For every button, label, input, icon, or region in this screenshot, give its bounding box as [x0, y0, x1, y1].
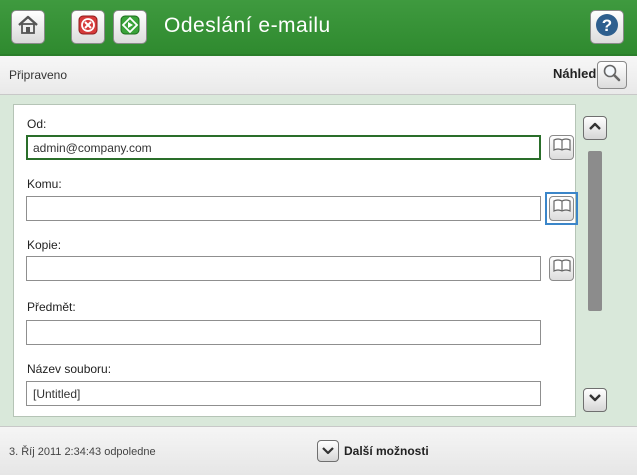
scroll-thumb[interactable] — [588, 151, 602, 311]
from-field[interactable]: admin@company.com — [26, 135, 541, 160]
cc-address-book-button[interactable] — [549, 256, 574, 281]
start-button[interactable] — [113, 10, 147, 44]
email-form: Od: admin@company.com Komu: Kopie: Předm… — [13, 104, 578, 417]
help-icon: ? — [594, 12, 620, 43]
title-bar: Odeslání e-mailu ? — [0, 0, 637, 56]
more-options-button[interactable] — [317, 440, 339, 462]
chevron-down-icon — [321, 442, 335, 460]
subject-label: Předmět: — [27, 300, 76, 314]
address-book-icon — [552, 259, 571, 278]
cc-label: Kopie: — [27, 238, 62, 252]
page-title: Odeslání e-mailu — [164, 14, 331, 37]
to-field[interactable] — [26, 196, 541, 221]
stop-icon — [77, 14, 99, 41]
chevron-up-icon — [587, 119, 603, 137]
scroll-up-button[interactable] — [583, 116, 607, 140]
from-label: Od: — [27, 117, 47, 131]
home-icon — [17, 15, 39, 40]
help-button[interactable]: ? — [590, 10, 624, 44]
magnifier-icon — [602, 63, 622, 88]
cc-field[interactable] — [26, 256, 541, 281]
status-text: Připraveno — [9, 68, 68, 82]
subject-field[interactable] — [26, 320, 541, 345]
more-options-label[interactable]: Další možnosti — [344, 444, 429, 458]
start-icon — [119, 14, 141, 41]
address-book-icon — [552, 138, 571, 157]
from-address-book-button[interactable] — [549, 135, 574, 160]
stop-button[interactable] — [71, 10, 105, 44]
preview-label: Náhled — [553, 66, 597, 81]
home-button[interactable] — [11, 10, 45, 44]
chevron-down-icon — [587, 391, 603, 409]
scroll-down-button[interactable] — [583, 388, 607, 412]
footer-bar: 3. Říj 2011 2:34:43 odpoledne Další možn… — [0, 426, 637, 475]
preview-button[interactable] — [597, 61, 627, 89]
datetime-text: 3. Říj 2011 2:34:43 odpoledne — [9, 446, 156, 458]
to-address-book-button[interactable] — [549, 196, 574, 221]
to-label: Komu: — [27, 177, 62, 191]
file-name-label: Název souboru: — [27, 362, 112, 376]
address-book-icon — [552, 199, 571, 218]
status-bar: Připraveno Náhled — [0, 56, 637, 95]
file-name-field[interactable]: [Untitled] — [26, 381, 541, 406]
main-area: Od: admin@company.com Komu: Kopie: Předm… — [0, 95, 637, 426]
svg-text:?: ? — [602, 16, 612, 35]
